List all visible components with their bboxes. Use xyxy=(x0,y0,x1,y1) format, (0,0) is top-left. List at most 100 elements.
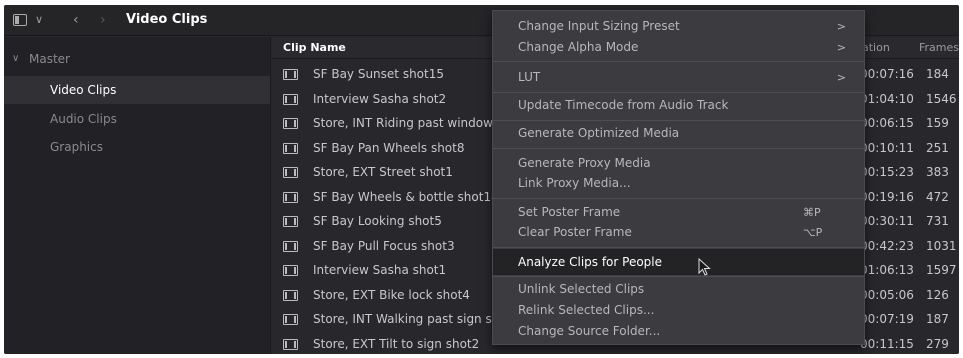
menu-divider xyxy=(493,92,864,93)
clip-duration: 00:07:19 xyxy=(860,312,914,326)
bin-item-video-clips[interactable]: Video Clips xyxy=(4,76,270,104)
clip-frames: 184 xyxy=(926,67,949,81)
menu-item-label: Change Input Sizing Preset xyxy=(518,19,680,33)
clip-name: Store, EXT Tilt to sign shot2 xyxy=(313,336,480,351)
clip-name: Store, INT Riding past window xyxy=(313,116,493,130)
menu-item-label: Generate Proxy Media xyxy=(518,156,651,170)
clip-name: SF Bay Pull Focus shot3 xyxy=(313,238,455,253)
clip-duration: 01:06:13 xyxy=(860,263,914,277)
bin-label: Graphics xyxy=(50,140,103,154)
menu-item-lut[interactable]: LUT > xyxy=(493,67,864,88)
menu-item-relink-selected-clips[interactable]: Relink Selected Clips... xyxy=(493,300,864,321)
shortcut-label: ⌥P xyxy=(803,226,823,239)
video-clip-icon xyxy=(283,93,298,105)
video-clip-icon xyxy=(283,240,298,252)
clip-frames: 126 xyxy=(926,287,949,302)
video-clip-icon xyxy=(283,338,298,350)
bin-sidebar: ∨ Master Video Clips Audio Clips Graphic… xyxy=(4,37,271,354)
clip-duration: 01:04:10 xyxy=(860,91,914,106)
bin-label: Video Clips xyxy=(50,83,117,97)
menu-divider xyxy=(493,247,864,248)
clip-frames: 1597 xyxy=(926,263,957,277)
media-pool-window: ∨ ‹ › Video Clips ∨ Master Video Clips A… xyxy=(4,5,959,354)
clip-name: SF Bay Wheels & bottle shot14 xyxy=(313,189,499,204)
shortcut-label: ⌘P xyxy=(803,206,821,219)
menu-divider xyxy=(493,276,864,277)
clip-duration: 00:07:16 xyxy=(860,67,914,81)
clip-name: SF Bay Pan Wheels shot8 xyxy=(313,140,465,155)
menu-item-generate-proxy-media[interactable]: Generate Proxy Media xyxy=(493,153,864,174)
menu-item-label: Unlink Selected Clips xyxy=(518,282,645,296)
bin-label: Audio Clips xyxy=(50,112,117,126)
video-clip-icon xyxy=(283,191,298,203)
menu-item-label: Update Timecode from Audio Track xyxy=(518,98,729,112)
clip-name: Interview Sasha shot2 xyxy=(313,91,447,106)
chevron-down-icon[interactable]: ∨ xyxy=(12,45,19,73)
menu-item-set-poster-frame[interactable]: Set Poster Frame ⌘P xyxy=(493,202,864,223)
page-title: Video Clips xyxy=(126,12,208,27)
column-duration[interactable]: ation xyxy=(862,41,890,54)
video-clip-icon xyxy=(283,142,298,154)
forward-icon[interactable]: › xyxy=(100,13,106,27)
mouse-pointer-icon xyxy=(698,258,711,276)
clip-frames: 159 xyxy=(926,116,949,130)
menu-item-change-source-folder[interactable]: Change Source Folder... xyxy=(493,321,864,342)
clip-frames: 187 xyxy=(926,312,949,326)
clip-duration: 00:42:23 xyxy=(860,238,914,253)
menu-divider xyxy=(493,148,864,149)
bin-item-audio-clips[interactable]: Audio Clips xyxy=(4,105,270,133)
menu-divider xyxy=(493,120,864,121)
menu-item-label: Analyze Clips for People xyxy=(518,255,663,269)
bin-label: Master xyxy=(29,52,70,66)
chevron-right-icon: > xyxy=(836,41,846,54)
chevron-down-icon[interactable]: ∨ xyxy=(35,13,43,27)
menu-item-unlink-selected-clips[interactable]: Unlink Selected Clips xyxy=(493,279,864,300)
video-clip-icon xyxy=(283,265,298,276)
sidebar-toggle-icon[interactable] xyxy=(13,14,27,26)
clip-frames: 251 xyxy=(926,140,949,155)
clip-frames: 1546 xyxy=(926,91,957,106)
menu-item-label: Change Alpha Mode xyxy=(518,40,639,54)
clip-duration: 00:30:11 xyxy=(860,214,914,228)
clip-frames: 383 xyxy=(926,165,949,179)
clip-duration: 00:11:15 xyxy=(860,336,914,351)
clip-name: Store, INT Walking past sign sl xyxy=(313,312,496,326)
clip-frames: 1031 xyxy=(926,238,957,253)
video-clip-icon xyxy=(283,69,298,80)
bin-item-graphics[interactable]: Graphics xyxy=(4,133,270,161)
menu-item-analyze-clips-for-people[interactable]: Analyze Clips for People xyxy=(493,249,864,275)
menu-item-label: Link Proxy Media... xyxy=(518,176,631,190)
clip-frames: 472 xyxy=(926,189,949,204)
chevron-right-icon: > xyxy=(836,71,846,84)
menu-item-label: Relink Selected Clips... xyxy=(518,303,655,317)
clip-name: Interview Sasha shot1 xyxy=(313,263,447,277)
clip-name: Store, EXT Street shot1 xyxy=(313,165,453,179)
bin-master[interactable]: ∨ Master xyxy=(4,45,270,73)
clip-duration: 00:05:06 xyxy=(860,287,914,302)
menu-item-label: Change Source Folder... xyxy=(518,324,661,338)
context-menu: Change Input Sizing Preset > Change Alph… xyxy=(492,10,865,345)
back-icon[interactable]: ‹ xyxy=(73,13,79,27)
menu-item-label: LUT xyxy=(518,70,541,84)
video-clip-icon xyxy=(283,216,298,227)
clip-frames: 731 xyxy=(926,214,949,228)
column-frames[interactable]: Frames xyxy=(919,41,959,54)
clip-duration: 00:06:15 xyxy=(860,116,914,130)
menu-item-link-proxy-media[interactable]: Link Proxy Media... xyxy=(493,173,864,194)
clip-duration: 00:15:23 xyxy=(860,165,914,179)
video-clip-icon xyxy=(283,289,298,301)
video-clip-icon xyxy=(283,314,298,325)
menu-item-clear-poster-frame[interactable]: Clear Poster Frame ⌥P xyxy=(493,222,864,243)
column-clip-name[interactable]: Clip Name xyxy=(283,41,346,54)
menu-item-label: Generate Optimized Media xyxy=(518,126,680,140)
menu-item-update-timecode[interactable]: Update Timecode from Audio Track xyxy=(493,95,864,116)
clip-duration: 00:19:16 xyxy=(860,189,914,204)
menu-item-generate-optimized-media[interactable]: Generate Optimized Media xyxy=(493,123,864,144)
video-clip-icon xyxy=(283,118,298,129)
menu-divider xyxy=(493,61,864,62)
menu-divider xyxy=(493,198,864,199)
clip-name: SF Bay Looking shot5 xyxy=(313,214,442,228)
menu-item-change-input-sizing-preset[interactable]: Change Input Sizing Preset > xyxy=(493,16,864,37)
menu-item-change-alpha-mode[interactable]: Change Alpha Mode > xyxy=(493,37,864,58)
clip-name: Store, EXT Bike lock shot4 xyxy=(313,287,470,302)
